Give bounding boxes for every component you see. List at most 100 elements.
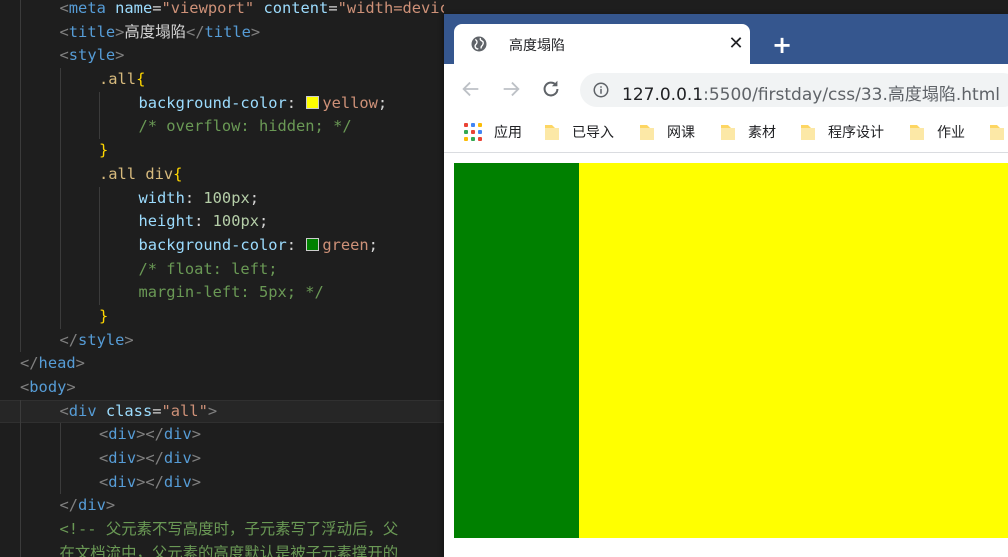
- code-line[interactable]: <div></div>: [0, 447, 444, 471]
- code-token: "width=device-width, initial-scale=1.0": [337, 0, 444, 17]
- code-token: }: [99, 141, 109, 160]
- color-swatch[interactable]: [306, 95, 320, 109]
- code-token: >: [105, 496, 116, 515]
- info-icon[interactable]: [592, 81, 610, 99]
- code-lines[interactable]: <meta name="viewport" content="width=dev…: [0, 0, 444, 557]
- code-token: div: [108, 472, 137, 491]
- code-token: content: [263, 0, 329, 17]
- code-token: >: [207, 401, 218, 420]
- code-text: height: 100px;: [139, 212, 269, 230]
- code-token: ;: [368, 235, 378, 254]
- code-line[interactable]: /* float: left;: [0, 257, 444, 282]
- new-tab-button[interactable]: +: [772, 33, 792, 57]
- code-token: 100px: [212, 212, 259, 231]
- folder-icon: [545, 124, 559, 140]
- forward-arrow-icon[interactable]: [500, 78, 522, 100]
- code-token: <: [59, 46, 69, 65]
- code-text: .all div{: [99, 165, 182, 183]
- code-token: green: [322, 235, 369, 254]
- code-line[interactable]: margin-left: 5px; */: [0, 281, 444, 305]
- address-bar[interactable]: 127.0.0.1:5500/firstday/css/33.高度塌陷.html: [580, 73, 1008, 107]
- code-line[interactable]: <body>: [0, 376, 444, 400]
- code-token: div: [68, 401, 97, 420]
- bookmark-label: 应用: [494, 125, 522, 141]
- code-line[interactable]: /* overflow: hidden; */: [0, 115, 444, 140]
- code-line[interactable]: background-color: yellow;: [0, 91, 444, 116]
- code-token: >: [75, 354, 85, 373]
- bookmark-folder[interactable]: 作业: [909, 122, 965, 142]
- code-line[interactable]: <title>高度塌陷</title>: [0, 20, 444, 45]
- code-token: div: [108, 425, 137, 444]
- code-token: :: [194, 212, 213, 231]
- code-line[interactable]: </div>: [0, 494, 444, 519]
- page-viewport[interactable]: [444, 153, 1008, 557]
- indent-guide: [99, 210, 100, 234]
- code-line[interactable]: 在文档流中，父元素的高度默认是被子元素撑开的: [0, 541, 444, 557]
- bookmark-folder[interactable]: 素材: [720, 122, 776, 142]
- bookmark-folder-partial[interactable]: [989, 122, 1008, 142]
- indent-guide: [20, 0, 21, 21]
- code-token: <: [99, 472, 109, 491]
- code-token: "all": [161, 401, 208, 420]
- code-line[interactable]: background-color: green;: [0, 233, 444, 258]
- indent-guide: [59, 447, 61, 471]
- code-line[interactable]: </head>: [0, 352, 444, 376]
- indent-guide: [59, 91, 61, 116]
- tab-active[interactable]: 高度塌陷 ✕: [454, 24, 750, 64]
- code-text: <div></div>: [99, 449, 201, 467]
- indent-guide: [99, 186, 100, 211]
- code-text: }: [99, 307, 108, 325]
- code-token: ;: [249, 188, 260, 207]
- indent-guide: [20, 20, 21, 45]
- reload-icon[interactable]: [540, 78, 562, 100]
- code-text: </style>: [60, 331, 134, 349]
- code-text: </div>: [60, 496, 116, 514]
- code-token: .all: [99, 70, 137, 89]
- indent-guide: [20, 257, 21, 282]
- code-token: ></: [136, 425, 164, 444]
- color-swatch[interactable]: [306, 237, 320, 251]
- back-arrow-icon[interactable]: [460, 78, 482, 100]
- code-line[interactable]: height: 100px;: [0, 210, 444, 234]
- code-line[interactable]: }: [0, 139, 444, 163]
- code-line[interactable]: </style>: [0, 328, 444, 353]
- code-editor[interactable]: <meta name="viewport" content="width=dev…: [0, 0, 444, 557]
- code-line[interactable]: <!-- 父元素不写高度时，子元素写了浮动后，父: [0, 518, 444, 542]
- folder-icon: [721, 124, 735, 140]
- code-text: <title>高度塌陷</title>: [60, 23, 261, 41]
- bookmark-label: 素材: [748, 125, 776, 141]
- code-token: >: [191, 449, 201, 468]
- code-line[interactable]: <div></div>: [0, 423, 444, 448]
- indent-guide: [20, 399, 21, 424]
- url-text[interactable]: 127.0.0.1:5500/firstday/css/33.高度塌陷.html: [622, 80, 1000, 105]
- indent-guide: [20, 447, 21, 471]
- close-tab-button[interactable]: ✕: [726, 34, 746, 54]
- code-line[interactable]: .all{: [0, 68, 444, 92]
- code-token: {: [136, 70, 146, 89]
- indent-guide: [20, 68, 21, 92]
- bookmark-folder[interactable]: 程序设计: [800, 122, 884, 142]
- code-line[interactable]: width: 100px;: [0, 186, 444, 211]
- code-token: background-color: [138, 235, 287, 254]
- code-line[interactable]: .all div{: [0, 162, 444, 187]
- bookmark-folder[interactable]: 网课: [639, 122, 695, 142]
- bookmark-apps[interactable]: 应用: [464, 122, 522, 142]
- code-line[interactable]: <style>: [0, 44, 444, 69]
- code-token: <: [99, 449, 109, 468]
- code-text: <style>: [60, 46, 125, 64]
- indent-guide: [59, 115, 61, 140]
- indent-guide: [20, 518, 21, 542]
- code-line[interactable]: <div class="all">: [0, 399, 444, 424]
- folder-icon: [990, 124, 1004, 140]
- browser-window: 高度塌陷 ✕ + 127.0.0.1:5500/firstday/css/33.…: [444, 14, 1008, 557]
- code-line[interactable]: }: [0, 304, 444, 329]
- code-text: <meta name="viewport" content="width=dev…: [60, 0, 445, 17]
- folder-icon: [910, 124, 924, 140]
- code-token: :: [184, 188, 204, 207]
- child-div: [454, 413, 579, 538]
- code-line[interactable]: <div></div>: [0, 470, 444, 495]
- code-line[interactable]: <meta name="viewport" content="width=dev…: [0, 0, 444, 21]
- bookmark-folder[interactable]: 已导入: [544, 122, 614, 142]
- code-token: >: [66, 378, 76, 396]
